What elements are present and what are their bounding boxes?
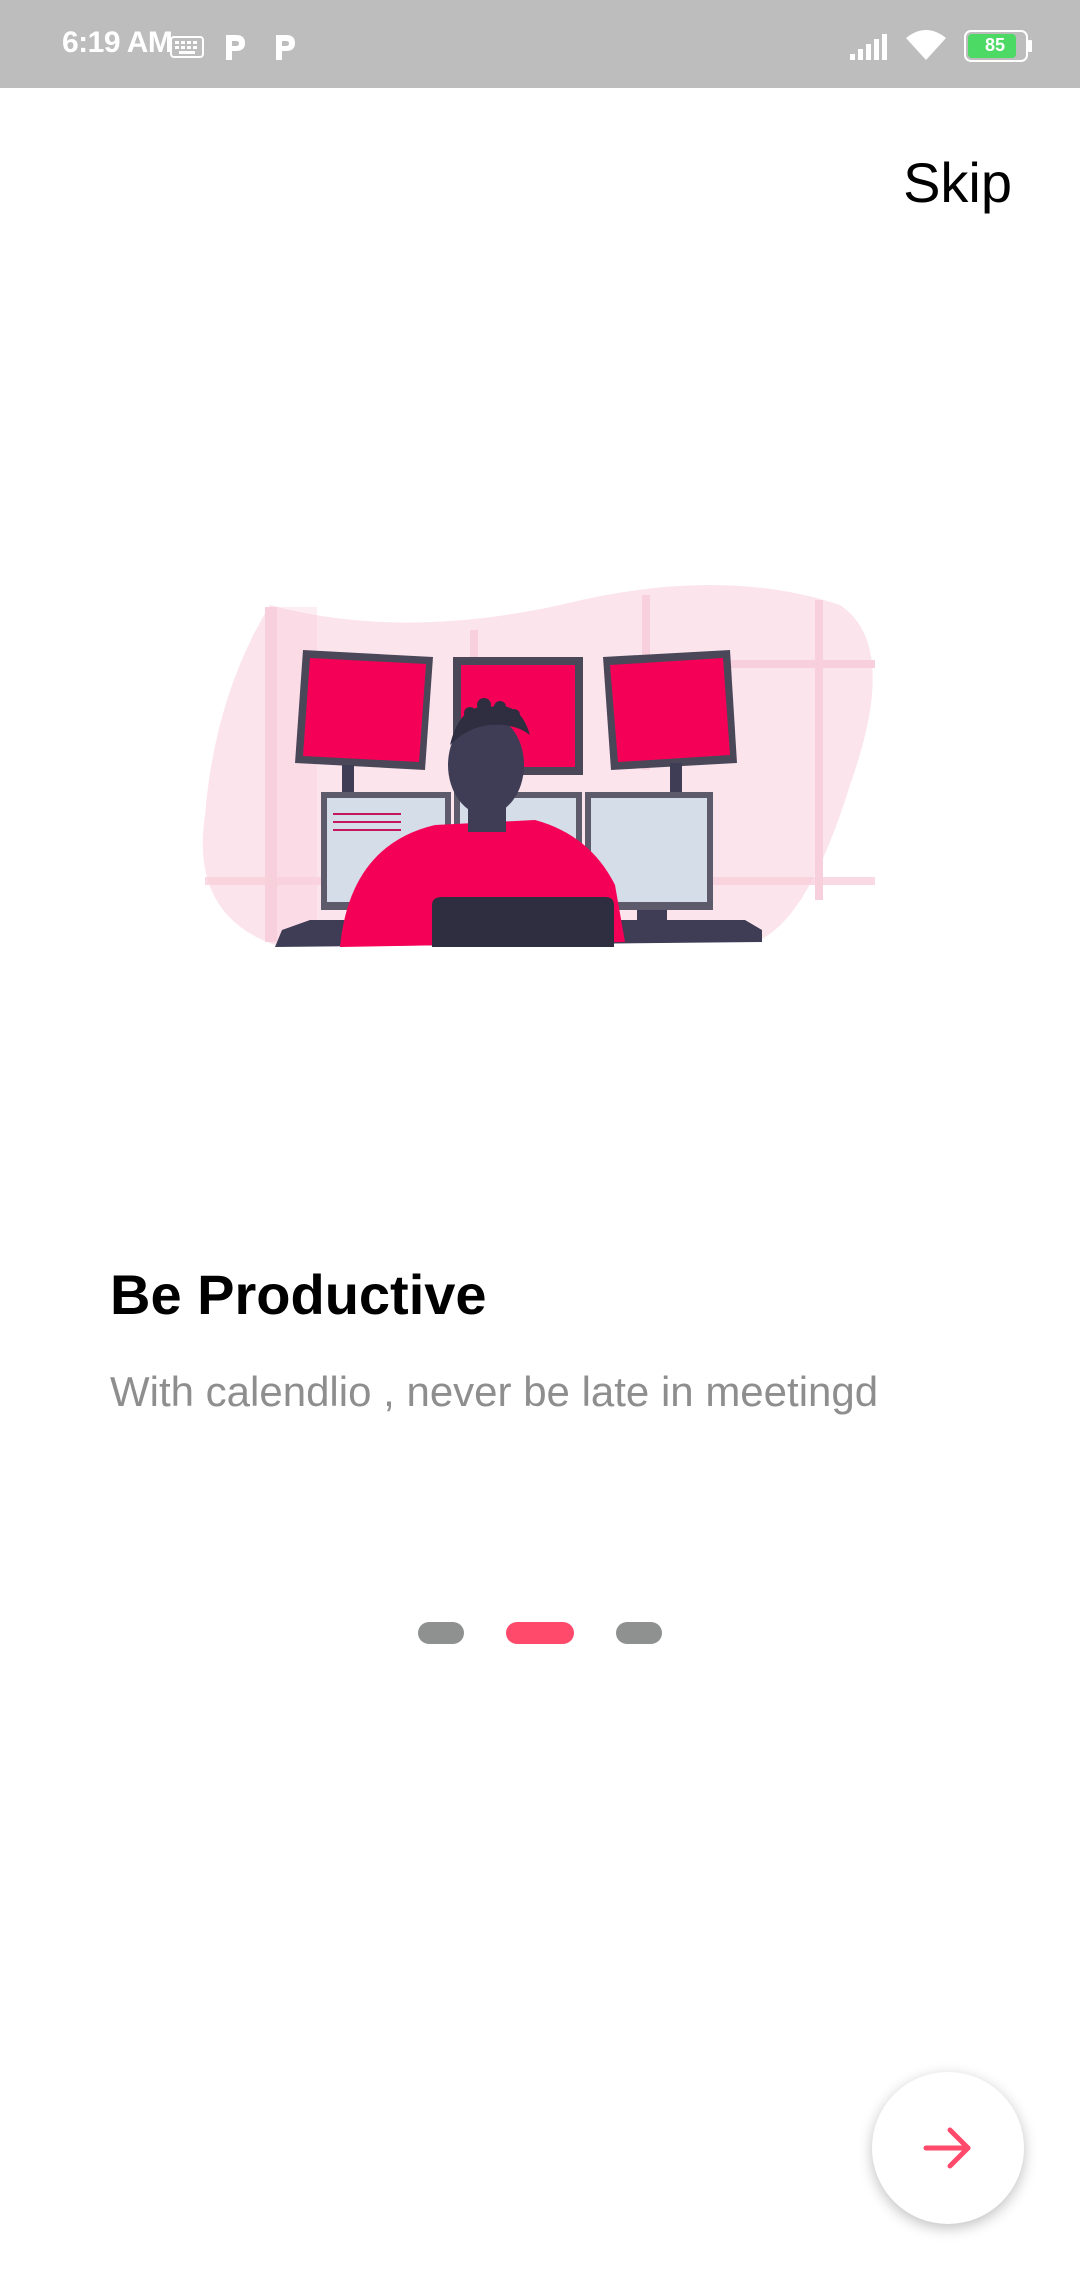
battery-level: 85: [984, 35, 1006, 55]
parking-icon: [222, 32, 248, 67]
productivity-illustration: [200, 585, 880, 955]
onboarding-subtitle: With calendlio , never be late in meetin…: [110, 1368, 879, 1415]
page-indicator-dot-1: [418, 1622, 464, 1644]
skip-button[interactable]: Skip: [903, 150, 1012, 215]
arrow-right-icon: [923, 2127, 971, 2169]
wifi-icon: [904, 28, 948, 67]
status-time: 6:19 AM: [62, 26, 173, 59]
signal-icon: [848, 32, 890, 67]
battery-icon: 85: [964, 30, 1034, 62]
page-indicator-dot-2-active: [506, 1622, 574, 1644]
next-button[interactable]: [872, 2072, 1024, 2224]
onboarding-title: Be Productive: [110, 1263, 487, 1326]
onboarding-screen: 6:19 AM 85 Skip Be Productive With calen…: [0, 0, 1080, 2280]
keyboard-icon: [170, 36, 204, 63]
status-bar: 6:19 AM 85: [0, 0, 1080, 88]
page-indicator-dot-3: [616, 1622, 662, 1644]
parking-icon: [272, 32, 298, 67]
